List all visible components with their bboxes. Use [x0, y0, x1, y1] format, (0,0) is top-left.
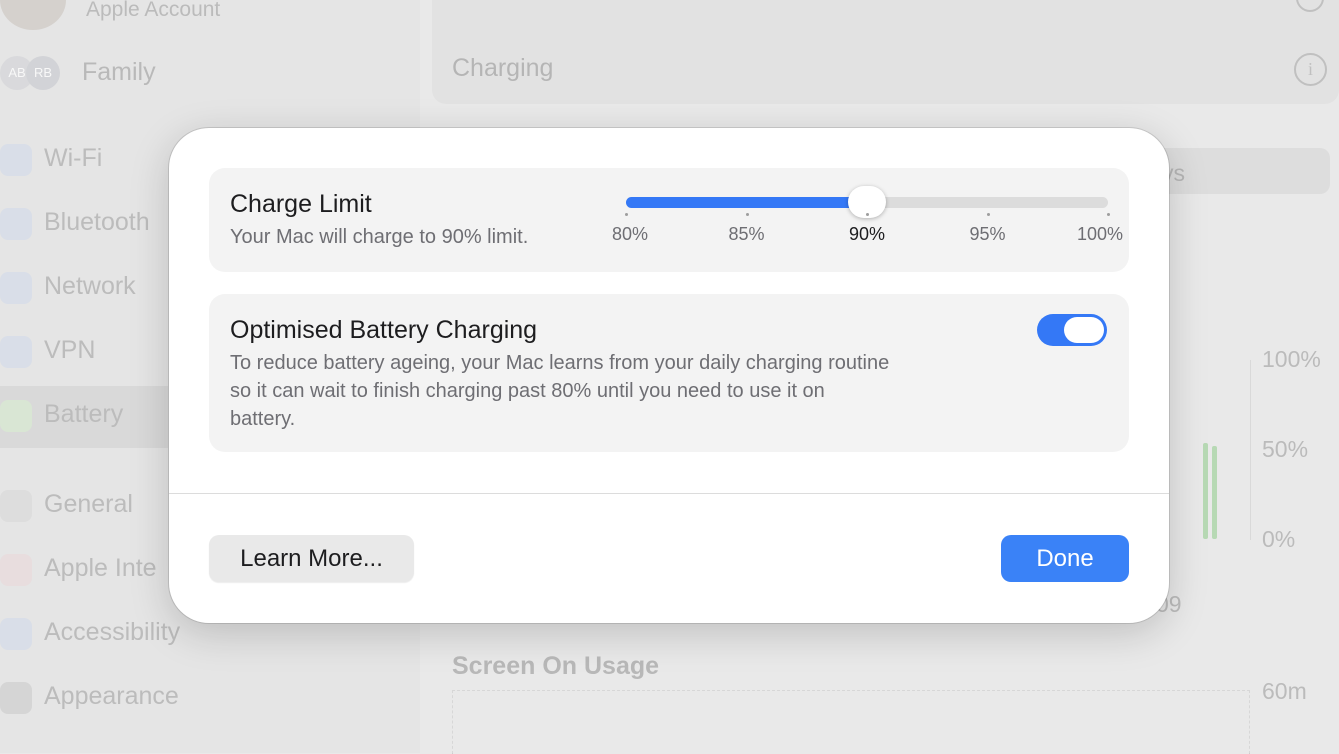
- learn-more-button[interactable]: Learn More...: [209, 535, 414, 582]
- slider-tick-mark: [625, 213, 628, 216]
- charge-limit-subtitle: Your Mac will charge to 90% limit.: [230, 226, 529, 248]
- done-button[interactable]: Done: [1001, 535, 1129, 582]
- slider-tick-label: 95%: [969, 224, 1006, 244]
- slider-fill: [626, 197, 867, 208]
- slider-tick-label: 85%: [728, 224, 765, 244]
- optimised-charging-title: Optimised Battery Charging: [230, 316, 538, 344]
- optimised-charging-description-line-3: battery.: [230, 408, 296, 430]
- charging-options-dialog: Charge Limit Your Mac will charge to 90%…: [169, 128, 1169, 623]
- slider-tick-label: 90%: [848, 224, 886, 244]
- charge-limit-slider[interactable]: [626, 186, 1108, 218]
- charge-limit-panel: Charge Limit Your Mac will charge to 90%…: [209, 168, 1129, 272]
- slider-tick-mark: [745, 213, 749, 216]
- optimised-charging-description-line-2: so it can wait to finish charging past 8…: [230, 380, 825, 402]
- slider-tick-mark: [866, 213, 869, 216]
- slider-tick-mark: [1107, 213, 1110, 216]
- optimised-charging-panel: Optimised Battery Charging To reduce bat…: [209, 294, 1129, 452]
- slider-tick-label: 100%: [1076, 224, 1124, 244]
- optimised-charging-toggle[interactable]: [1037, 314, 1107, 346]
- toggle-knob: [1064, 317, 1104, 343]
- dialog-divider: [169, 493, 1169, 494]
- slider-tick-label: 80%: [611, 224, 649, 244]
- slider-tick-mark: [986, 213, 990, 216]
- optimised-charging-description-line-1: To reduce battery ageing, your Mac learn…: [230, 352, 890, 374]
- charge-limit-title: Charge Limit: [230, 190, 372, 218]
